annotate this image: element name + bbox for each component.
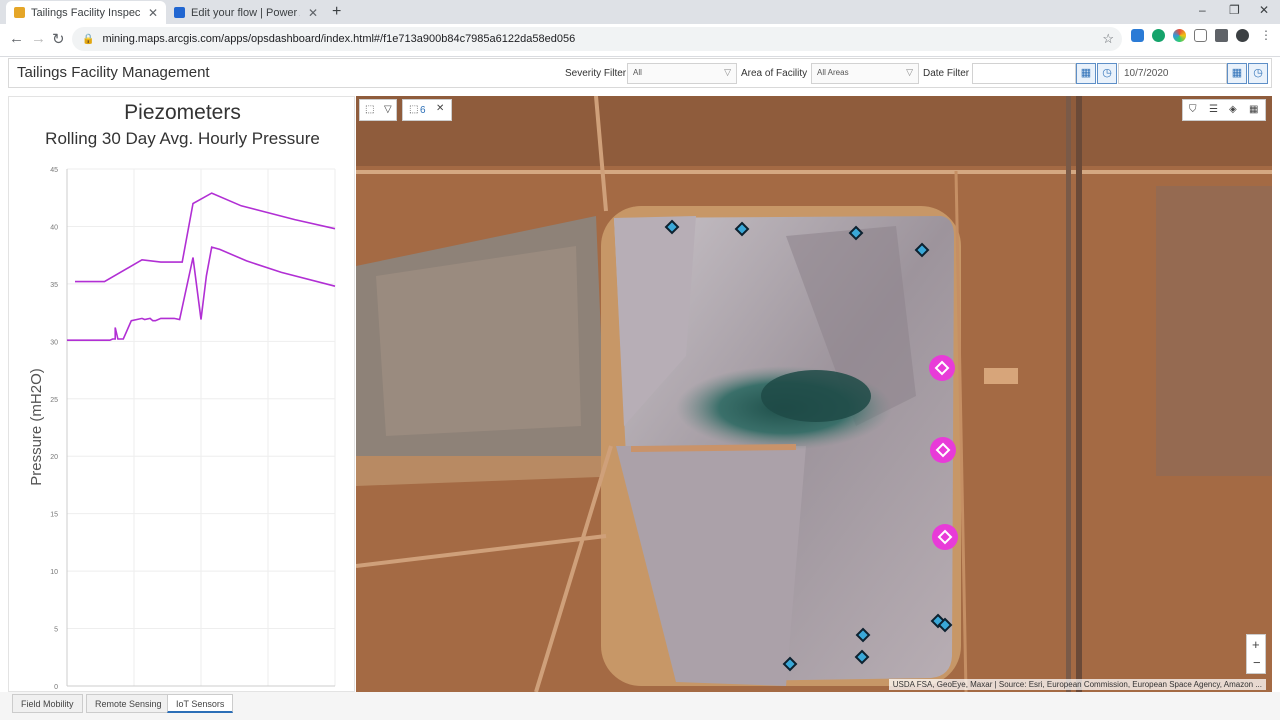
browser-tab-title: Tailings Facility Inspection xyxy=(31,6,140,19)
menu-kebab-icon[interactable]: ⋮ xyxy=(1260,29,1273,42)
date-start-input[interactable] xyxy=(972,63,1076,84)
calendar-icon[interactable]: ▦ xyxy=(1227,63,1247,84)
area-filter-value: All Areas xyxy=(817,68,849,77)
dashboard-tab-bar: Field Mobility Remote Sensing IoT Sensor… xyxy=(0,692,1280,720)
puzzle-icon[interactable] xyxy=(1215,29,1228,42)
date-end-value: 10/7/2020 xyxy=(1124,68,1169,79)
piezometer-sensor-marker[interactable] xyxy=(782,656,798,672)
reload-icon[interactable]: ↻ xyxy=(52,30,65,48)
minimize-icon[interactable]: – xyxy=(1199,3,1206,17)
piezometer-sensor-marker[interactable] xyxy=(914,242,930,258)
zoom-out-icon[interactable]: − xyxy=(1253,655,1261,670)
map-attribution: USDA FSA, GeoEye, Maxar | Source: Esri, … xyxy=(888,679,1266,690)
tab-remote-sensing[interactable]: Remote Sensing xyxy=(86,694,171,713)
satellite-map[interactable]: ⬚ ▽ ⬚ 6 ✕ ⛉ ☰ ◈ ▦ + − USDA FSA, GeoEye, … xyxy=(356,96,1272,692)
chevron-down-icon[interactable]: ▽ xyxy=(384,104,392,115)
layers-icon[interactable]: ◈ xyxy=(1229,104,1237,115)
bookmark-star-icon[interactable]: ☆ xyxy=(1102,31,1114,47)
power-automate-tab-icon xyxy=(174,7,185,18)
piezometer-sensor-marker[interactable] xyxy=(854,649,870,665)
chart-subtitle: Rolling 30 Day Avg. Hourly Pressure xyxy=(45,129,320,148)
selection-tool-group[interactable]: ⬚ ▽ xyxy=(359,99,397,121)
calendar-icon[interactable]: ▦ xyxy=(1076,63,1096,84)
tab-field-mobility[interactable]: Field Mobility xyxy=(12,694,83,713)
y-axis-label: Pressure (mH2O) xyxy=(28,368,45,486)
y-tick-label: 20 xyxy=(50,454,58,461)
piezometer-sensor-marker[interactable] xyxy=(848,225,864,241)
selection-count-icon: ⬚ xyxy=(409,104,419,115)
url-text: mining.maps.arcgis.com/apps/opsdashboard… xyxy=(102,33,576,45)
dashboard-title: Tailings Facility Management xyxy=(17,64,210,81)
bookmark-icon[interactable]: ⛉ xyxy=(1189,104,1197,115)
color-extension-icon[interactable] xyxy=(1173,29,1186,42)
extension-icon[interactable] xyxy=(1131,29,1144,42)
copy-extension-icon[interactable] xyxy=(1194,29,1207,42)
back-icon[interactable]: ← xyxy=(9,30,24,47)
new-tab-icon[interactable]: + xyxy=(332,3,341,21)
clear-selection-icon[interactable]: ✕ xyxy=(436,103,444,114)
close-tab-icon[interactable]: ✕ xyxy=(148,6,158,20)
url-bar[interactable]: 🔒 mining.maps.arcgis.com/apps/opsdashboa… xyxy=(72,27,1122,51)
clock-icon[interactable]: ◷ xyxy=(1097,63,1117,84)
restore-icon[interactable]: ❐ xyxy=(1229,3,1240,17)
zoom-in-icon[interactable]: + xyxy=(1252,637,1260,652)
basemap-icon[interactable]: ▦ xyxy=(1249,104,1258,115)
tab-iot-sensors[interactable]: IoT Sensors xyxy=(167,694,234,713)
profile-avatar-icon[interactable] xyxy=(1236,29,1249,42)
browser-tab-power-automate[interactable]: Edit your flow | Power Automate ✕ xyxy=(166,1,326,24)
area-filter-select[interactable]: All Areas ▽ xyxy=(811,63,919,84)
y-tick-label: 35 xyxy=(50,282,58,289)
address-toolbar: ← → ↻ 🔒 mining.maps.arcgis.com/apps/opsd… xyxy=(0,24,1280,57)
date-filter-label: Date Filter xyxy=(923,68,970,79)
y-tick-label: 25 xyxy=(50,397,58,404)
y-tick-label: 0 xyxy=(54,684,58,691)
piezometer-sensor-marker[interactable] xyxy=(664,219,680,235)
area-filter-label: Area of Facility xyxy=(741,68,808,79)
close-tab-icon[interactable]: ✕ xyxy=(308,6,318,20)
sensor-layer xyxy=(664,219,958,672)
chart-title: Piezometers xyxy=(124,101,241,124)
clock-icon[interactable]: ◷ xyxy=(1248,63,1268,84)
y-tick-label: 10 xyxy=(50,569,58,576)
chevron-down-icon: ▽ xyxy=(906,67,913,77)
severity-filter-value: All xyxy=(633,68,642,77)
piezometer-chart-panel: Pressure (mH2O) 0 5 10 15 20 25 30 35 40 45 Piezo… xyxy=(8,96,355,692)
forward-icon[interactable]: → xyxy=(31,30,46,47)
selection-count: 6 xyxy=(420,105,426,116)
browser-tab-tailings[interactable]: Tailings Facility Inspection ✕ xyxy=(6,1,166,24)
y-tick-label: 5 xyxy=(54,627,58,634)
series-line-1 xyxy=(75,192,336,283)
severity-filter-label: Severity Filter xyxy=(565,68,627,79)
map-widget-toolbar: ⛉ ☰ ◈ ▦ xyxy=(1182,99,1266,121)
legend-icon[interactable]: ☰ xyxy=(1209,104,1218,115)
dashboard-header: Tailings Facility Management Severity Fi… xyxy=(8,58,1272,88)
y-tick-label: 40 xyxy=(50,224,58,231)
lock-icon: 🔒 xyxy=(82,33,95,45)
chevron-down-icon: ▽ xyxy=(724,67,731,77)
grammarly-icon[interactable] xyxy=(1152,29,1165,42)
piezometer-sensor-marker[interactable] xyxy=(734,221,750,237)
date-end-input[interactable]: 10/7/2020 xyxy=(1118,63,1227,84)
arcgis-tab-icon xyxy=(14,7,25,18)
severity-filter-select[interactable]: All ▽ xyxy=(627,63,737,84)
select-lasso-icon[interactable]: ⬚ xyxy=(365,104,374,115)
browser-tab-title: Edit your flow | Power Automate xyxy=(191,6,300,19)
zoom-controls: + − xyxy=(1246,634,1266,674)
pressure-line-chart[interactable]: Pressure (mH2O) 0 5 10 15 20 25 30 35 40 45 xyxy=(9,97,356,693)
piezometer-sensor-marker[interactable] xyxy=(855,627,871,643)
y-tick-label: 30 xyxy=(50,339,58,346)
y-tick-label: 45 xyxy=(50,167,58,174)
y-tick-label: 15 xyxy=(50,512,58,519)
close-window-icon[interactable]: ✕ xyxy=(1259,3,1269,17)
selection-count-chip[interactable]: ⬚ 6 ✕ xyxy=(402,99,452,121)
browser-tab-strip: Tailings Facility Inspection ✕ Edit your… xyxy=(0,0,1280,24)
